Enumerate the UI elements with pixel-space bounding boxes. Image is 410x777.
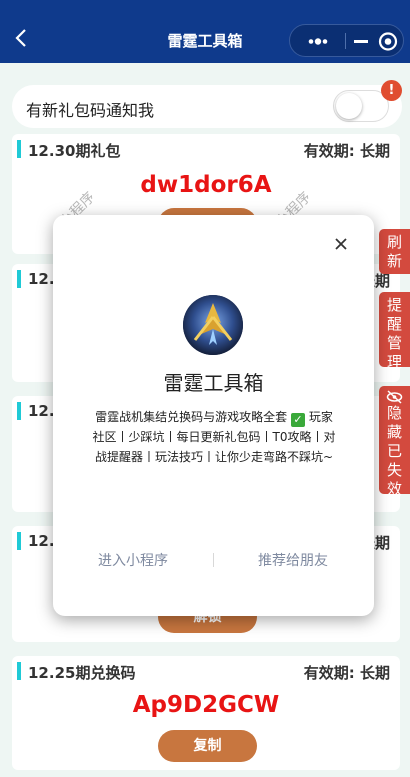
notify-toggle[interactable] xyxy=(333,90,389,122)
card-validity: 有效期: 长期 xyxy=(303,142,390,160)
card-accent-bar xyxy=(17,270,21,288)
notify-label: 有新礼包码通知我 xyxy=(26,101,155,120)
card-title: 12.30期礼包 xyxy=(28,142,121,160)
reminder-manage-button[interactable]: 提醒管理 xyxy=(379,292,410,371)
refresh-button[interactable]: 刷新 xyxy=(379,229,410,274)
toggle-knob xyxy=(336,93,362,119)
card-title: 12.25期兑换码 xyxy=(28,664,136,682)
hide-expired-label: 隐藏已失效 xyxy=(386,404,402,498)
popup-title: 雷霆工具箱 xyxy=(163,371,264,395)
close-mini-program-button[interactable] xyxy=(374,25,404,58)
avatar xyxy=(183,295,243,355)
minimize-icon xyxy=(354,40,368,43)
gift-code[interactable]: dw1dor6A xyxy=(12,172,400,198)
minimize-button[interactable] xyxy=(346,25,376,58)
card-accent-bar xyxy=(17,402,21,420)
more-button[interactable] xyxy=(290,25,345,58)
enter-mini-program-button[interactable]: 进入小程序 xyxy=(98,550,168,570)
card-accent-bar xyxy=(17,662,21,680)
check-mark-icon: ✓ xyxy=(291,413,305,427)
nav-header: 雷霆工具箱 xyxy=(0,0,410,63)
more-dots-icon xyxy=(308,38,328,45)
gift-card: 12.25期兑换码 有效期: 长期 Ap9D2GCW 复制 xyxy=(12,656,400,770)
mini-program-capsule xyxy=(289,24,404,57)
hide-expired-button[interactable]: 隐藏已失效 xyxy=(379,386,410,498)
refresh-label: 刷新 xyxy=(386,233,402,270)
action-divider xyxy=(213,553,214,567)
close-icon[interactable] xyxy=(334,237,348,251)
target-close-icon xyxy=(378,32,398,51)
reminder-manage-label: 提醒管理 xyxy=(386,296,402,371)
popup-description: 雷霆战机集结兑换码与游戏攻略全套 ✓ 玩家社区丨少踩坑丨每日更新礼包码丨T0攻略… xyxy=(91,407,337,467)
alert-badge: ! xyxy=(381,80,402,101)
eye-hidden-icon xyxy=(386,390,403,404)
gift-code[interactable]: Ap9D2GCW xyxy=(12,692,400,718)
profile-popup: 雷霆工具箱 雷霆战机集结兑换码与游戏攻略全套 ✓ 玩家社区丨少踩坑丨每日更新礼包… xyxy=(53,215,374,616)
card-accent-bar xyxy=(17,140,21,158)
card-validity: 有效期: 长期 xyxy=(303,664,390,682)
card-accent-bar xyxy=(17,532,21,550)
popup-desc-line1: 雷霆战机集结兑换码与游戏攻略全套 xyxy=(95,410,288,424)
notify-row: 有新礼包码通知我 xyxy=(12,85,402,128)
copy-button[interactable]: 复制 xyxy=(158,730,257,762)
share-to-friend-button[interactable]: 推荐给朋友 xyxy=(258,550,328,570)
